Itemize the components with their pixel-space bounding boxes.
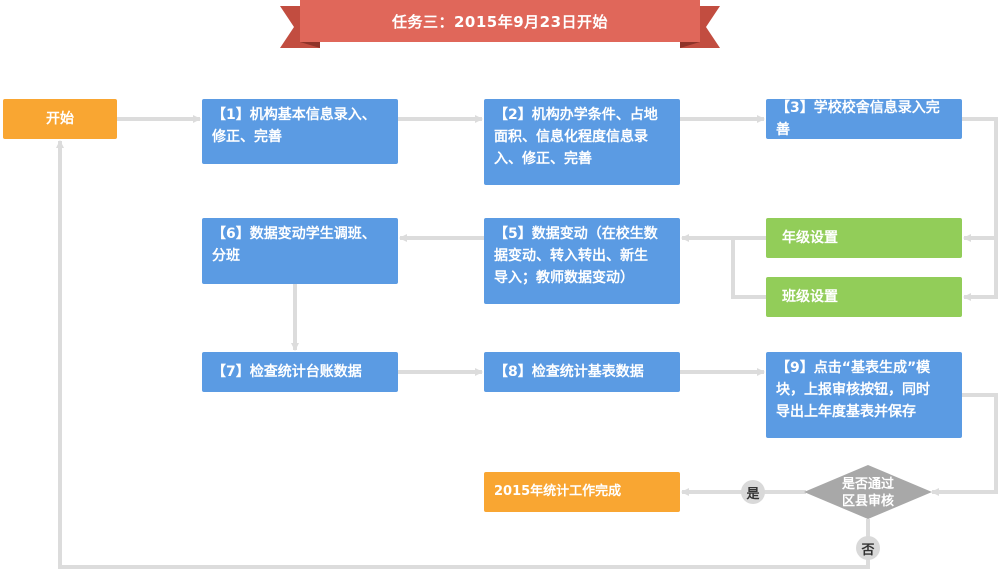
step1-node: 【1】机构基本信息录入、 修正、完善 <box>202 99 398 164</box>
arrow-no-to-start <box>56 140 870 569</box>
step2-node: 【2】机构办学条件、占地 面积、信息化程度信息录 入、修正、完善 <box>484 99 680 185</box>
connector-class-to-trunk <box>731 238 766 299</box>
yes-badge: 是 <box>741 480 765 504</box>
no-badge: 否 <box>856 536 880 560</box>
step3-node: 【3】学校校舍信息录入完善 <box>766 99 962 139</box>
step8-node: 【8】检查统计基表数据 <box>484 352 680 392</box>
step5-node: 【5】数据变动（在校生数 据变动、转入转出、新生 导入；教师数据变动） <box>484 218 680 304</box>
start-node: 开始 <box>3 99 117 139</box>
step6-node: 【6】数据变动学生调班、 分班 <box>202 218 398 284</box>
page-title: 任务三：2015年9月23日开始 <box>391 12 609 31</box>
arrow-step3-to-grade-class <box>962 117 998 299</box>
flowchart: 任务三：2015年9月23日开始 开始 【1】机构基本信息录入、 修正、完善 【… <box>0 0 1000 577</box>
finish-node: 2015年统计工作完成 <box>484 472 680 512</box>
decision-label: 是否通过 区县审核 <box>841 477 894 509</box>
step9-node: 【9】点击“基表生成”模 块，上报审核按钮，同时 导出上年度基表并保存 <box>766 352 962 438</box>
class-setting-node: 班级设置 <box>766 277 962 317</box>
step7-node: 【7】检查统计台账数据 <box>202 352 398 392</box>
grade-setting-node: 年级设置 <box>766 218 962 258</box>
